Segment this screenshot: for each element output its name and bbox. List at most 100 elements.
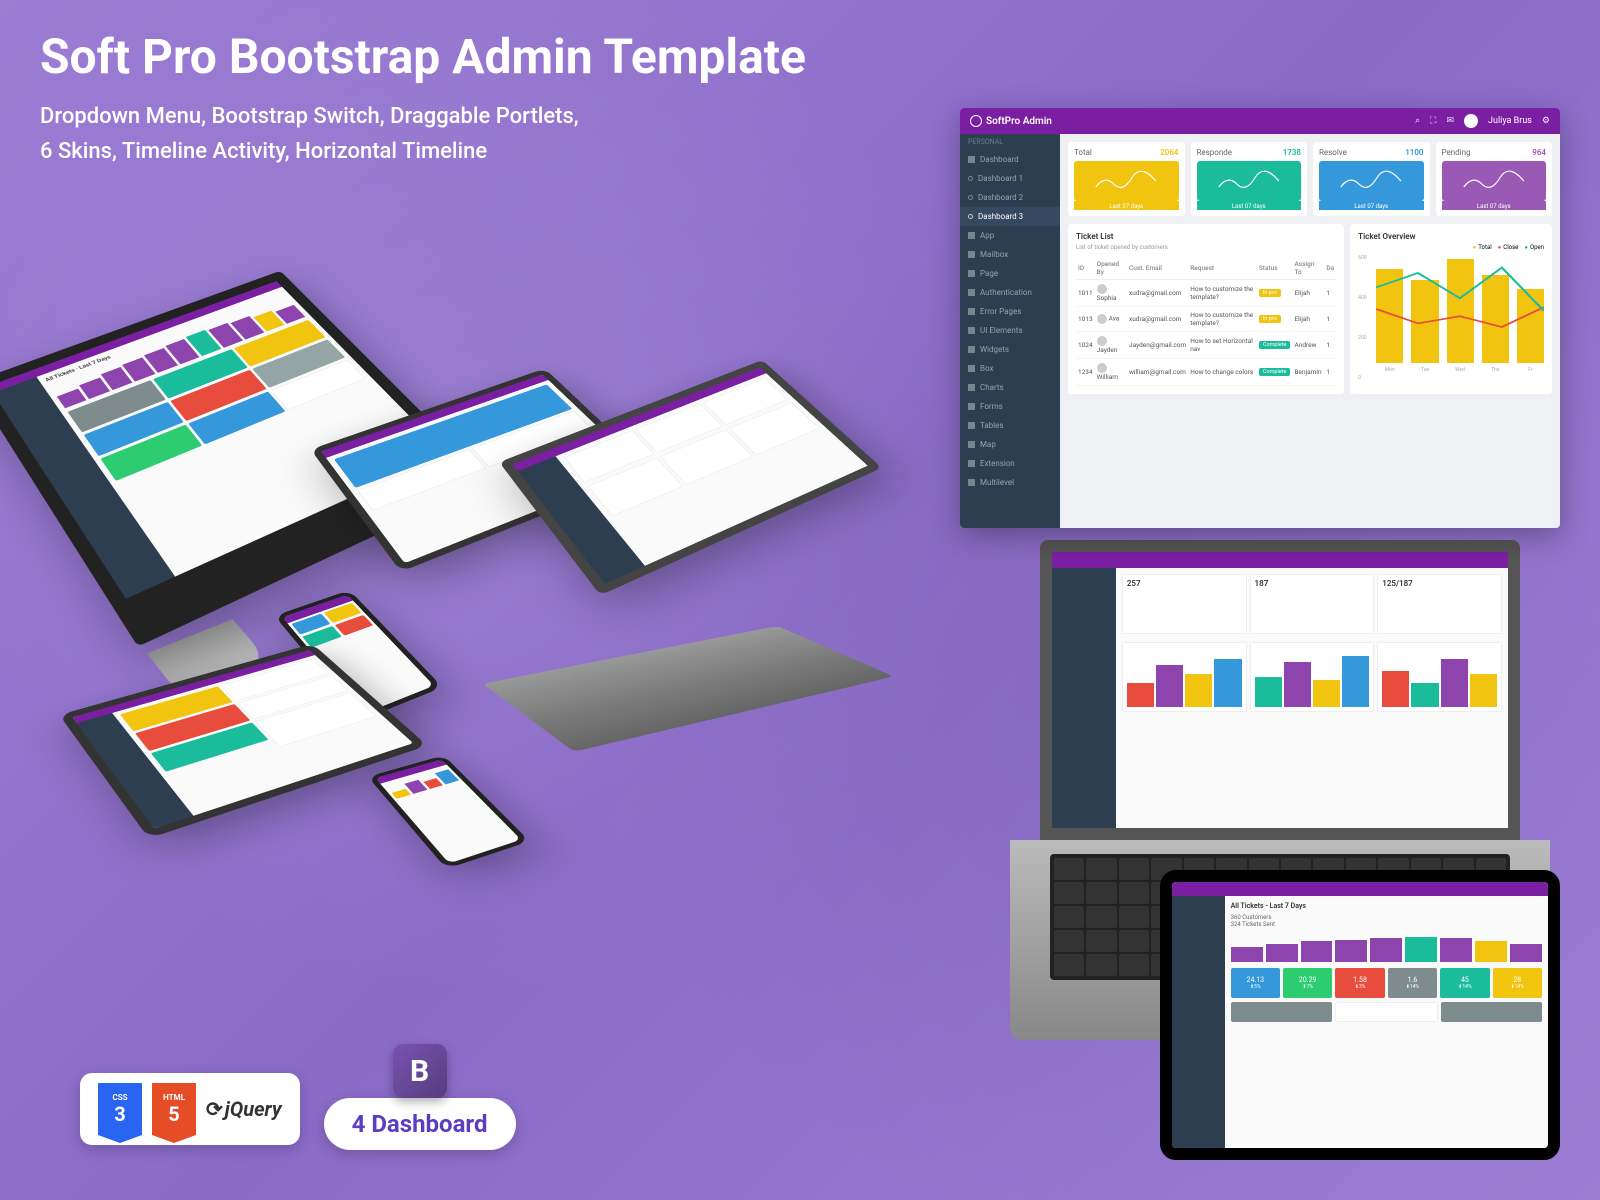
sidebar-item-multilevel[interactable]: Multilevel xyxy=(960,473,1060,492)
table-row[interactable]: 1013Avaxudra@gmail.comHow to customize t… xyxy=(1076,307,1336,332)
brand-icon xyxy=(970,115,982,127)
menu-icon xyxy=(968,308,975,315)
legend-close: Close xyxy=(1498,244,1519,251)
gear-icon[interactable]: ⚙ xyxy=(1542,116,1550,126)
avatar[interactable] xyxy=(1464,114,1478,128)
sidebar-item-app[interactable]: App xyxy=(960,226,1060,245)
sidebar-item-box[interactable]: Box xyxy=(960,359,1060,378)
sidebar-item-label: Dashboard xyxy=(980,155,1019,164)
tablet-stat-card: 20.29⬆7% xyxy=(1283,968,1332,998)
sidebar-item-error-pages[interactable]: Error Pages xyxy=(960,302,1060,321)
sidebar-item-widgets[interactable]: Widgets xyxy=(960,340,1060,359)
sidebar-item-forms[interactable]: Forms xyxy=(960,397,1060,416)
fullscreen-icon[interactable]: ⛶ xyxy=(1430,116,1436,126)
menu-icon xyxy=(968,327,975,334)
ticket-overview-panel: Ticket Overview Total Close Open 6004002… xyxy=(1350,224,1552,394)
sidebar-item-charts[interactable]: Charts xyxy=(960,378,1060,397)
table-row[interactable]: 1024JaydenJayden@gmail.comHow to set Hor… xyxy=(1076,332,1336,359)
table-header[interactable]: Request xyxy=(1188,257,1257,280)
chart-legend: Total Close Open xyxy=(1358,244,1544,251)
stat-card-total[interactable]: Total2064Last 07 days xyxy=(1068,142,1185,216)
bullet-icon xyxy=(968,195,973,200)
status-badge: In pro xyxy=(1259,289,1281,297)
mail-icon[interactable]: ✉ xyxy=(1446,116,1454,126)
menu-icon xyxy=(968,479,975,486)
stat-card-resolve[interactable]: Resolve1100Last 07 days xyxy=(1313,142,1430,216)
sidebar-item-label: Extension xyxy=(980,459,1015,468)
table-row[interactable]: 1011Sophiaxudra@gmail.comHow to customiz… xyxy=(1076,280,1336,307)
legend-open: Open xyxy=(1524,244,1544,251)
table-header[interactable]: Cust. Email xyxy=(1127,257,1188,280)
avatar xyxy=(1097,363,1107,373)
sidebar-item-map[interactable]: Map xyxy=(960,435,1060,454)
tablet-front-mockup: All Tickets - Last 7 Days 360 Customers … xyxy=(1160,870,1560,1160)
brand-logo[interactable]: SoftPro Admin xyxy=(970,115,1052,127)
sidebar-item-mailbox[interactable]: Mailbox xyxy=(960,245,1060,264)
sidebar-item-dashboard-2[interactable]: Dashboard 2 xyxy=(960,188,1060,207)
sidebar-item-label: UI Elements xyxy=(980,326,1023,335)
sidebar-item-ui-elements[interactable]: UI Elements xyxy=(960,321,1060,340)
table-header[interactable]: Assign To xyxy=(1292,257,1324,280)
sidebar-item-label: Dashboard 1 xyxy=(978,174,1023,183)
table-header[interactable]: Opened By xyxy=(1095,257,1127,280)
dashboard-header: SoftPro Admin ⌕ ⛶ ✉ Juliya Brus ⚙ xyxy=(960,108,1560,134)
stat-label: Responde xyxy=(1197,148,1233,157)
menu-icon xyxy=(968,232,975,239)
overview-chart: 6004002000MonTueWedThuFr xyxy=(1358,255,1544,375)
sidebar-item-label: Error Pages xyxy=(980,307,1021,316)
table-row[interactable]: 1234Williamwilliam@gmail.comHow to chang… xyxy=(1076,359,1336,386)
jquery-badge: jQuery xyxy=(206,1097,282,1121)
subtitle-line2: 6 Skins, Timeline Activity, Horizontal T… xyxy=(40,134,806,169)
sidebar-item-authentication[interactable]: Authentication xyxy=(960,283,1060,302)
hero: Soft Pro Bootstrap Admin Template Dropdo… xyxy=(40,28,806,169)
menu-icon xyxy=(968,365,975,372)
tech-badge-group: CSS3 HTML5 jQuery xyxy=(80,1073,300,1145)
user-name[interactable]: Juliya Brus xyxy=(1488,116,1532,126)
stat-value: 1100 xyxy=(1405,148,1423,157)
sidebar-item-label: Page xyxy=(980,269,998,278)
tablet-stat-card: 28⬆14% xyxy=(1493,968,1542,998)
stat-card-pending[interactable]: Pending964Last 07 days xyxy=(1436,142,1553,216)
menu-icon xyxy=(968,422,975,429)
table-header[interactable]: ID xyxy=(1076,257,1095,280)
legend-total: Total xyxy=(1473,244,1492,251)
stat-footer: Last 07 days xyxy=(1074,201,1179,210)
stat-label: Total xyxy=(1074,148,1092,157)
sidebar-item-label: App xyxy=(980,231,994,240)
ticket-list-title: Ticket List xyxy=(1076,232,1336,241)
brand-name: SoftPro Admin xyxy=(986,116,1052,127)
status-badge: Complete xyxy=(1259,368,1291,376)
sidebar-item-label: Widgets xyxy=(980,345,1009,354)
bullet-icon xyxy=(968,176,973,181)
ticket-table: IDOpened ByCust. EmailRequestStatusAssig… xyxy=(1076,257,1336,386)
sidebar-item-dashboard[interactable]: Dashboard xyxy=(960,150,1060,169)
dashboard-main: Total2064Last 07 days Responde 1738 Last 07… xyxy=(1060,134,1560,528)
table-header[interactable]: Status xyxy=(1257,257,1293,280)
dashboard-count-pill: 4 Dashboard xyxy=(324,1098,516,1150)
laptop-stat-card: 125/187 xyxy=(1377,574,1502,634)
ticket-list-panel: Ticket List List of ticket opened by cus… xyxy=(1068,224,1344,394)
status-badge: In pro xyxy=(1259,315,1281,323)
sidebar-item-extension[interactable]: Extension xyxy=(960,454,1060,473)
sidebar-item-tables[interactable]: Tables xyxy=(960,416,1060,435)
device-mockups: All Tickets · Last 7 Days xyxy=(30,240,930,940)
sidebar: PERSONAL DashboardDashboard 1Dashboard 2… xyxy=(960,134,1060,528)
sidebar-item-label: Map xyxy=(980,440,996,449)
avatar xyxy=(1097,336,1107,346)
sidebar-item-label: Authentication xyxy=(980,288,1032,297)
stat-label: Pending xyxy=(1442,148,1471,157)
tablet-stat-card: 45⬆14% xyxy=(1440,968,1489,998)
laptop-stat-card: 257 xyxy=(1122,574,1247,634)
stat-footer: Last 07 days xyxy=(1197,201,1302,210)
stat-card-responde[interactable]: Responde 1738 Last 07 days xyxy=(1191,142,1308,216)
stat-footer: Last 07 days xyxy=(1319,201,1424,210)
tablet-stat1: 360 Customers xyxy=(1231,914,1542,921)
menu-icon xyxy=(968,156,975,163)
stat-value: 1738 xyxy=(1283,148,1301,157)
sidebar-item-dashboard-1[interactable]: Dashboard 1 xyxy=(960,169,1060,188)
table-header[interactable]: Da xyxy=(1324,257,1336,280)
sidebar-item-dashboard-3[interactable]: Dashboard 3 xyxy=(960,207,1060,226)
sidebar-item-page[interactable]: Page xyxy=(960,264,1060,283)
search-icon[interactable]: ⌕ xyxy=(1415,116,1420,126)
sidebar-item-label: Forms xyxy=(980,402,1003,411)
